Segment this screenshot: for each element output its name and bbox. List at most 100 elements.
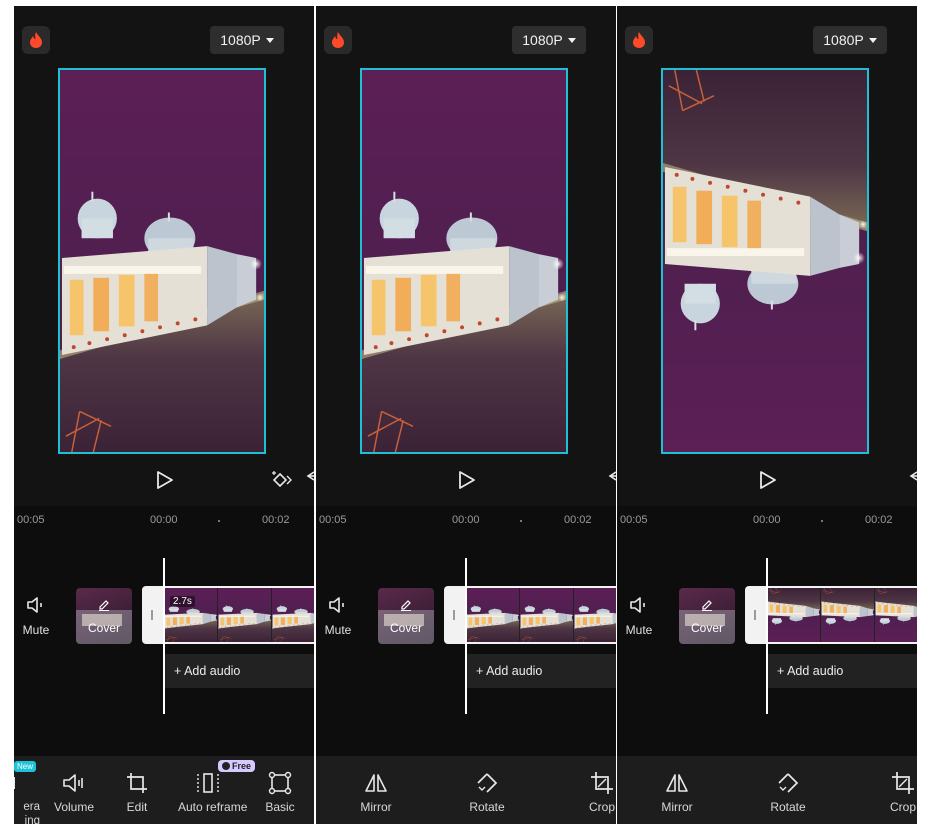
clip-duration: 2.7s xyxy=(170,596,195,607)
clip-thumbnail xyxy=(466,588,520,642)
playhead[interactable] xyxy=(766,558,768,714)
add-audio-button[interactable]: + Add audio xyxy=(767,654,917,688)
mirror-icon xyxy=(346,768,406,798)
fire-icon[interactable] xyxy=(625,26,653,54)
tool-basic[interactable]: Basic xyxy=(250,768,310,814)
play-icon[interactable] xyxy=(759,470,777,495)
preview-area: 1080P xyxy=(316,6,616,506)
ruler-time-right: 00:02 xyxy=(262,514,290,526)
undo-icon[interactable] xyxy=(909,468,917,495)
crop-icon xyxy=(107,768,167,798)
tool-mirror[interactable]: Mirror xyxy=(346,768,406,814)
add-audio-label: + Add audio xyxy=(174,664,241,678)
timeline[interactable]: 00:05 00:00 00:02 Mute Cover + Add audio xyxy=(316,506,616,756)
tool-camera-tracking[interactable]: era ing xyxy=(14,768,40,824)
fire-icon[interactable] xyxy=(324,26,352,54)
mute-button[interactable]: Mute xyxy=(621,596,657,637)
clip-thumbnail xyxy=(821,588,875,642)
cover-button[interactable]: Cover xyxy=(378,588,434,644)
add-audio-label: + Add audio xyxy=(476,664,543,678)
clip-trim-handle[interactable] xyxy=(444,586,466,644)
clip-trim-handle[interactable] xyxy=(745,586,767,644)
ruler-time-left: 00:05 xyxy=(17,514,45,526)
clip-thumbnail xyxy=(574,588,616,642)
timeline[interactable]: 00:05 00:00 00:02 Mute Cover + Add audio xyxy=(617,506,917,756)
ruler-time-current: 00:00 xyxy=(452,514,480,526)
playhead[interactable] xyxy=(465,558,467,714)
caret-down-icon xyxy=(868,37,877,43)
edit-pen-icon xyxy=(99,600,109,611)
tool-label: Mirror xyxy=(360,800,392,814)
video-preview-frame[interactable] xyxy=(661,68,869,454)
video-frame-image-flipped xyxy=(663,70,867,452)
cover-label: Cover xyxy=(87,621,120,635)
cover-button[interactable]: Cover xyxy=(76,588,132,644)
speaker-icon xyxy=(27,597,42,613)
tool-label: Rotate xyxy=(770,800,806,814)
clip-thumbnail xyxy=(520,588,574,642)
video-preview-frame[interactable] xyxy=(58,68,266,454)
tool-auto-reframe[interactable]: Auto reframe xyxy=(178,768,248,814)
camera-tracking-icon xyxy=(14,768,40,798)
resolution-dropdown[interactable]: 1080P xyxy=(512,26,586,54)
video-frame-image xyxy=(60,70,264,452)
speaker-icon xyxy=(630,597,645,613)
resolution-label: 1080P xyxy=(823,32,864,48)
crop-icon xyxy=(572,768,616,798)
editor-panel-1: 1080P 00:05 00:00 00:02 Mute Cover 2.7s … xyxy=(14,6,314,824)
edit-pen-icon xyxy=(401,600,411,611)
playhead[interactable] xyxy=(163,558,165,714)
clip-trim-handle[interactable] xyxy=(142,586,164,644)
new-badge: New xyxy=(14,761,37,772)
cover-button[interactable]: Cover xyxy=(679,588,735,644)
clip-thumbnail xyxy=(272,588,314,642)
tool-crop[interactable]: Crop xyxy=(873,768,917,814)
tool-label: Auto reframe xyxy=(178,800,248,814)
tool-crop[interactable]: Crop xyxy=(572,768,616,814)
crop-icon xyxy=(873,768,917,798)
basic-icon xyxy=(250,768,310,798)
fire-icon[interactable] xyxy=(22,26,50,54)
caret-down-icon xyxy=(265,37,274,43)
add-audio-button[interactable]: + Add audio xyxy=(466,654,616,688)
cover-label: Cover xyxy=(389,621,422,635)
undo-icon[interactable] xyxy=(306,468,314,495)
tool-volume[interactable]: Volume xyxy=(44,768,104,814)
video-clip[interactable] xyxy=(767,586,917,644)
toolbar: Mirror Rotate Crop xyxy=(617,756,917,824)
tool-rotate[interactable]: Rotate xyxy=(457,768,517,814)
tool-mirror[interactable]: Mirror xyxy=(647,768,707,814)
ruler-time-left: 00:05 xyxy=(620,514,648,526)
video-clip[interactable] xyxy=(466,586,616,644)
clip-thumbnail xyxy=(218,588,272,642)
play-icon[interactable] xyxy=(156,470,174,495)
keyframe-icon[interactable] xyxy=(270,468,292,495)
video-clip[interactable] xyxy=(164,586,314,644)
timeline[interactable]: 00:05 00:00 00:02 Mute Cover 2.7s + Add … xyxy=(14,506,314,756)
cover-label: Cover xyxy=(690,621,723,635)
add-audio-button[interactable]: + Add audio xyxy=(164,654,314,688)
volume-icon xyxy=(44,768,104,798)
video-frame-image xyxy=(362,70,566,452)
mute-button[interactable]: Mute xyxy=(320,596,356,637)
auto-reframe-icon xyxy=(178,768,238,798)
tool-edit[interactable]: Edit xyxy=(107,768,167,814)
tool-label: Crop xyxy=(588,800,615,814)
tool-label: Basic xyxy=(265,800,295,814)
undo-icon[interactable] xyxy=(608,468,616,495)
mirror-icon xyxy=(647,768,707,798)
ruler-time-current: 00:00 xyxy=(150,514,178,526)
video-preview-frame[interactable] xyxy=(360,68,568,454)
resolution-dropdown[interactable]: 1080P xyxy=(813,26,887,54)
play-icon[interactable] xyxy=(458,470,476,495)
mute-button[interactable]: Mute xyxy=(18,596,54,637)
resolution-dropdown[interactable]: 1080P xyxy=(210,26,284,54)
ruler-dot xyxy=(821,520,823,522)
tool-label: Rotate xyxy=(469,800,505,814)
tool-rotate[interactable]: Rotate xyxy=(758,768,818,814)
clip-thumbnail xyxy=(875,588,917,642)
resolution-label: 1080P xyxy=(220,32,261,48)
tool-label: Edit xyxy=(126,800,148,814)
mute-label: Mute xyxy=(324,623,352,637)
editor-panel-2: 1080P 00:05 00:00 00:02 Mute Cover + Add… xyxy=(316,6,616,824)
